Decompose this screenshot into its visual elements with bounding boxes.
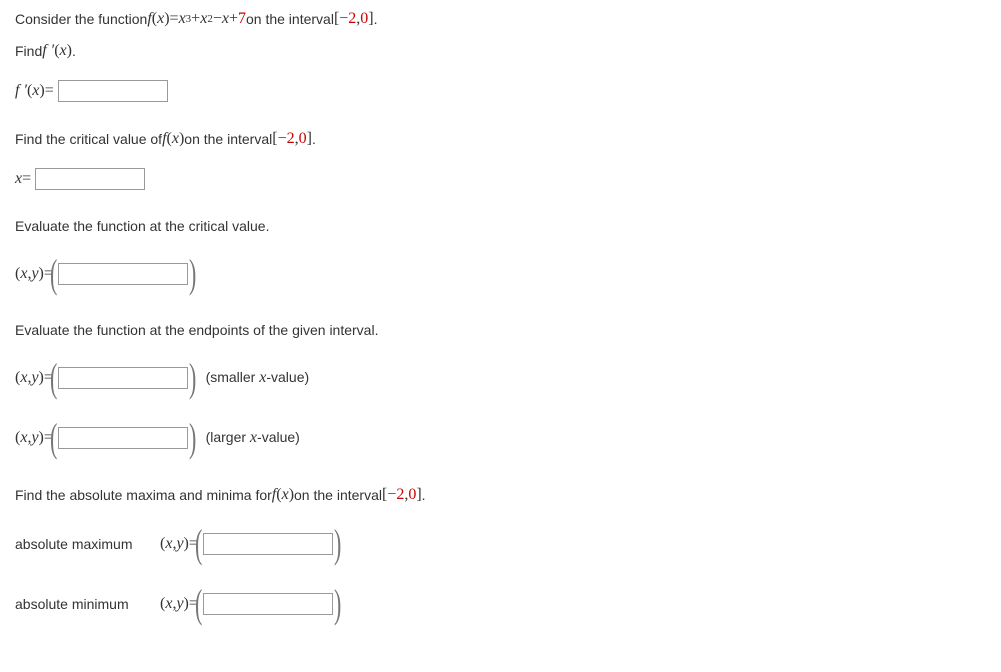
text: on the interval [184, 131, 272, 147]
endpoint-larger-row: ( x , y ) = ( ) (larger x-value) [15, 418, 986, 458]
absolute-maximum-row: absolute maximum ( x , y ) = ( ) [15, 524, 986, 564]
big-paren-close-icon: ) [189, 254, 196, 294]
var-x: x [20, 429, 27, 447]
var-x: x [20, 265, 27, 283]
term: x [179, 10, 186, 28]
fn-arg: x [60, 42, 67, 60]
equals: = [45, 82, 54, 100]
period: . [422, 487, 426, 503]
fn-arg: x [282, 486, 289, 504]
big-paren-close-icon: ) [189, 418, 196, 458]
problem-statement: Consider the function f ( x ) = x 3 + x … [15, 10, 986, 28]
instruction-critical-value: Find the critical value of f ( x ) on th… [15, 130, 986, 148]
var-y: y [31, 369, 38, 387]
endpoint-larger-input[interactable] [58, 427, 188, 449]
text: Find the absolute maxima and minima for [15, 487, 272, 503]
equals: = [22, 170, 31, 188]
absolute-minimum-input[interactable] [203, 593, 333, 615]
text: on the interval [294, 487, 382, 503]
text: Evaluate the function at the endpoints o… [15, 322, 378, 338]
var-y: y [31, 429, 38, 447]
absolute-maximum-input[interactable] [203, 533, 333, 555]
derivative-input[interactable] [58, 80, 168, 102]
instruction-find-derivative: Find f ′ ( x ) . [15, 42, 986, 60]
instruction-eval-endpoints: Evaluate the function at the endpoints o… [15, 322, 986, 338]
label-abs-max: absolute maximum [15, 536, 160, 552]
var-y: y [176, 595, 183, 613]
big-paren-open-icon: ( [50, 358, 57, 398]
interval-a: −2 [339, 10, 356, 28]
equals: = [170, 10, 179, 28]
critical-point-input[interactable] [58, 263, 188, 285]
interval-b: 0 [408, 486, 416, 504]
text: on the interval [246, 11, 334, 27]
var-x: x [250, 429, 257, 446]
period: . [72, 43, 76, 59]
plus: + [229, 10, 238, 28]
big-paren-close-icon: ) [189, 358, 196, 398]
big-paren-open-icon: ( [50, 418, 57, 458]
instruction-eval-critical: Evaluate the function at the critical va… [15, 218, 986, 234]
text: Consider the function [15, 11, 147, 27]
label-abs-min: absolute minimum [15, 596, 160, 612]
var-x: x [165, 595, 172, 613]
text: -value) [257, 429, 300, 445]
text: (larger [206, 429, 250, 445]
term: x [222, 10, 229, 28]
big-paren-close-icon: ) [334, 524, 341, 564]
big-paren-open-icon: ( [195, 524, 202, 564]
period: . [312, 131, 316, 147]
endpoint-smaller-row: ( x , y ) = ( ) (smaller x-value) [15, 358, 986, 398]
term: x [200, 10, 207, 28]
interval-b: 0 [299, 130, 307, 148]
fn-arg: x [172, 130, 179, 148]
minus: − [213, 10, 222, 28]
big-paren-open-icon: ( [50, 254, 57, 294]
instruction-extrema: Find the absolute maxima and minima for … [15, 486, 986, 504]
descriptor-larger: (larger x-value) [206, 429, 300, 447]
fn-name: f ′ [15, 82, 27, 100]
interval-b: 0 [360, 10, 368, 28]
interval-a: −2 [387, 486, 404, 504]
period: . [374, 11, 378, 27]
text: Find the critical value of [15, 131, 162, 147]
big-paren-close-icon: ) [334, 584, 341, 624]
text: Evaluate the function at the critical va… [15, 218, 269, 234]
critical-x-input[interactable] [35, 168, 145, 190]
derivative-answer-row: f ′ ( x ) = [15, 80, 986, 102]
fn-name: f ′ [42, 42, 54, 60]
var-x: x [165, 535, 172, 553]
absolute-minimum-row: absolute minimum ( x , y ) = ( ) [15, 584, 986, 624]
fn-arg: x [157, 10, 164, 28]
descriptor-smaller: (smaller x-value) [206, 369, 310, 387]
var-y: y [31, 265, 38, 283]
text: -value) [266, 369, 309, 385]
fn-arg: x [32, 82, 39, 100]
var-y: y [176, 535, 183, 553]
constant: 7 [238, 10, 246, 28]
text: Find [15, 43, 42, 59]
interval-a: −2 [278, 130, 295, 148]
big-paren-open-icon: ( [195, 584, 202, 624]
critical-point-row: ( x , y ) = ( ) [15, 254, 986, 294]
var-x: x [15, 170, 22, 188]
text: (smaller [206, 369, 260, 385]
var-x: x [20, 369, 27, 387]
endpoint-smaller-input[interactable] [58, 367, 188, 389]
critical-x-row: x = [15, 168, 986, 190]
plus: + [191, 10, 200, 28]
